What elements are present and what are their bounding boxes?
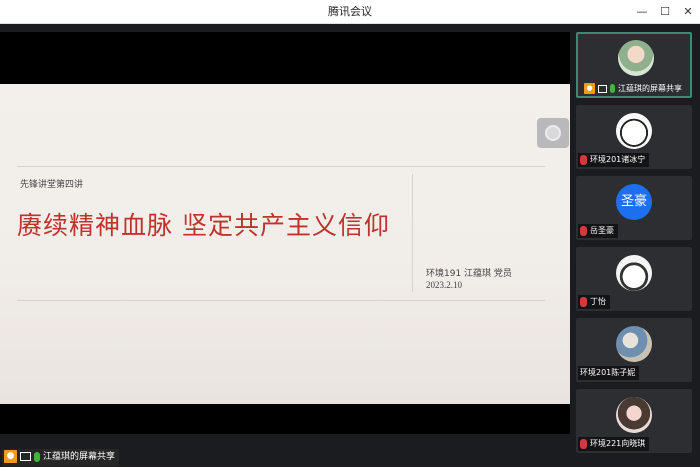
minimize-button[interactable]: — bbox=[630, 0, 654, 24]
participant-tile[interactable]: 圣豪 岳圣豪 bbox=[576, 176, 692, 240]
avatar bbox=[616, 113, 652, 149]
slide-headline: 赓续精神血脉 坚定共产主义信仰 bbox=[17, 211, 390, 240]
mic-muted-icon bbox=[580, 225, 587, 236]
slide-bottom-divider bbox=[17, 300, 545, 301]
avatar bbox=[618, 40, 654, 76]
participant-tile[interactable]: 环境221向晓琪 bbox=[576, 389, 692, 453]
participant-name-row: 环境221向晓琪 bbox=[578, 437, 650, 451]
avatar bbox=[616, 397, 652, 433]
floating-assist-button[interactable] bbox=[537, 118, 569, 148]
participant-tile[interactable]: ● 江蕴琪的屏幕共享 bbox=[576, 32, 692, 98]
mic-muted-icon bbox=[580, 296, 587, 307]
presentation-slide bbox=[0, 84, 570, 404]
screen-share-label: ● 江蕴琪的屏幕共享 bbox=[2, 449, 120, 466]
participant-name: 江蕴琪的屏幕共享 bbox=[618, 84, 682, 93]
participant-name-row: 环境201陈子妮 bbox=[578, 366, 640, 380]
participant-sidebar: ● 江蕴琪的屏幕共享 环境201诸冰宁 圣豪 岳圣豪 丁怡 环境201陈子妮 环境… bbox=[572, 24, 700, 467]
shared-screen-area bbox=[0, 24, 570, 467]
avatar bbox=[616, 255, 652, 291]
participant-name-row: ● 江蕴琪的屏幕共享 bbox=[582, 82, 686, 96]
slide-date: 2023.2.10 bbox=[426, 280, 462, 290]
avatar: 圣豪 bbox=[616, 184, 652, 220]
participant-name: 环境201诸冰宁 bbox=[590, 155, 646, 164]
host-user-icon: ● bbox=[584, 83, 595, 94]
participant-name-row: 环境201诸冰宁 bbox=[578, 153, 650, 167]
slide-vertical-divider bbox=[412, 174, 413, 292]
window-title: 腾讯会议 bbox=[328, 5, 372, 18]
close-button[interactable]: ✕ bbox=[676, 0, 700, 24]
participant-tile[interactable]: 环境201诸冰宁 bbox=[576, 105, 692, 169]
participant-name-row: 丁怡 bbox=[578, 295, 610, 309]
participant-name-row: 岳圣豪 bbox=[578, 224, 618, 238]
slide-author: 环境191 江蕴琪 党员 bbox=[426, 269, 512, 279]
mic-on-icon bbox=[34, 451, 40, 462]
share-bar-label: 江蕴琪的屏幕共享 bbox=[43, 452, 116, 462]
participant-name: 环境201陈子妮 bbox=[580, 368, 636, 377]
letterbox-bottom bbox=[0, 404, 570, 434]
participant-name: 岳圣豪 bbox=[590, 226, 614, 235]
slide-series-label: 先锋讲堂第四讲 bbox=[20, 180, 84, 190]
maximize-button[interactable]: ☐ bbox=[653, 0, 677, 24]
screen-share-icon bbox=[20, 452, 31, 461]
title-bar: 腾讯会议 — ☐ ✕ bbox=[0, 0, 700, 24]
assist-dot-icon bbox=[545, 125, 561, 141]
avatar bbox=[616, 326, 652, 362]
mic-muted-icon bbox=[580, 438, 587, 449]
screen-share-icon bbox=[598, 84, 607, 93]
participant-name: 环境221向晓琪 bbox=[590, 439, 646, 448]
participant-tile[interactable]: 丁怡 bbox=[576, 247, 692, 311]
mic-on-icon bbox=[610, 84, 615, 93]
mic-muted-icon bbox=[580, 154, 587, 165]
host-user-icon: ● bbox=[4, 450, 17, 463]
participant-name: 丁怡 bbox=[590, 297, 606, 306]
slide-top-divider bbox=[17, 166, 545, 167]
participant-tile[interactable]: 环境201陈子妮 bbox=[576, 318, 692, 382]
